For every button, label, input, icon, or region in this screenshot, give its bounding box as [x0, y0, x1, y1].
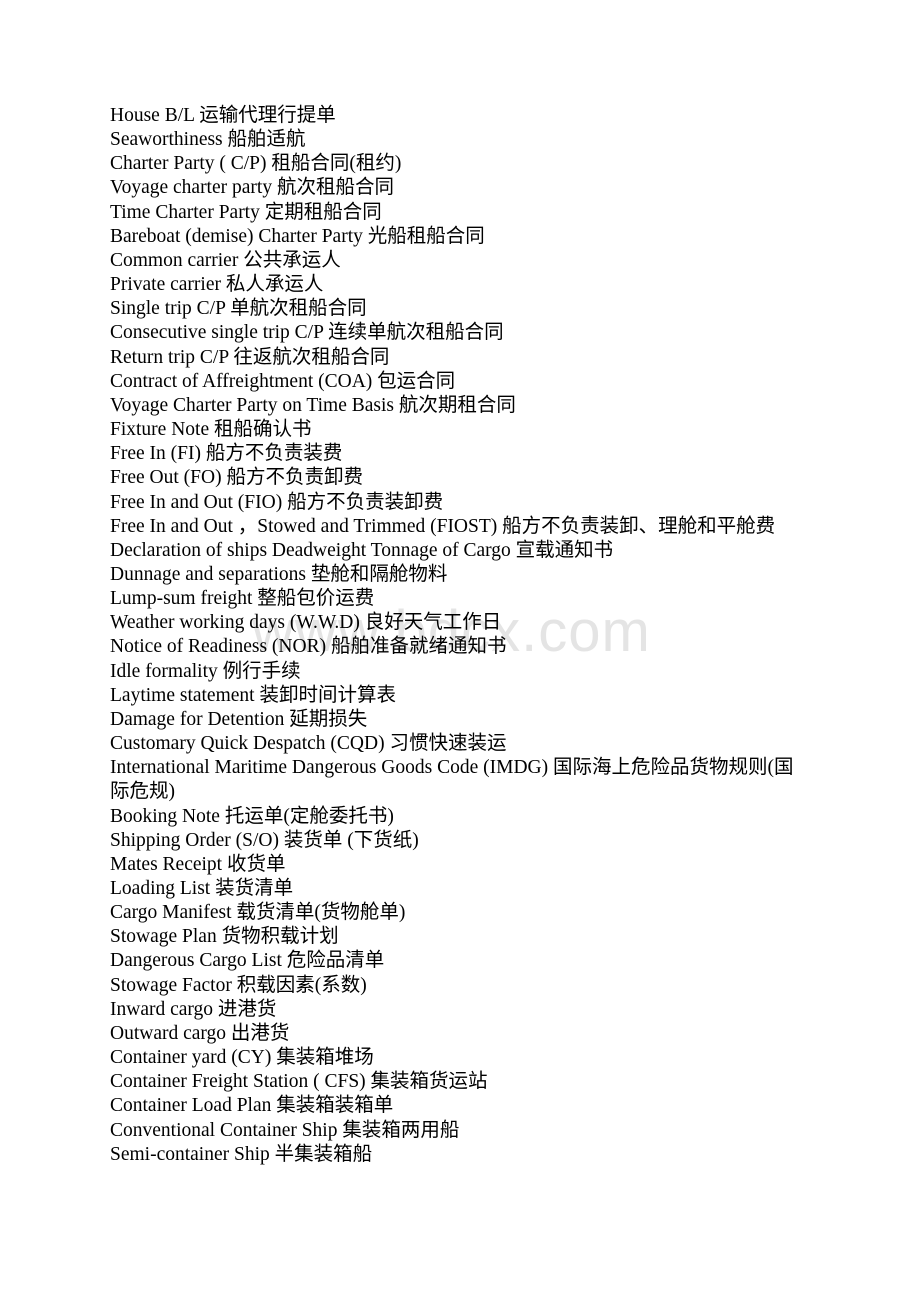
- glossary-line: International Maritime Dangerous Goods C…: [110, 757, 794, 803]
- glossary-line: Free In (FI) 船方不负责装费: [110, 443, 343, 465]
- glossary-line: Free In and Out ，Stowed and Trimmed (FIO…: [110, 515, 776, 537]
- glossary-line: Consecutive single trip C/P 连续单航次租船合同: [110, 322, 504, 344]
- glossary-line: Stowage Factor 积载因素(系数): [110, 974, 367, 996]
- glossary-line: Inward cargo 进港货: [110, 998, 277, 1020]
- glossary-line: Voyage Charter Party on Time Basis 航次期租合…: [110, 394, 516, 416]
- glossary-line: Conventional Container Ship 集装箱两用船: [110, 1119, 460, 1141]
- glossary-line: Lump-sum freight 整船包价运费: [110, 588, 375, 610]
- glossary-line: Laytime statement 装卸时间计算表: [110, 684, 396, 706]
- glossary-line: Idle formality 例行手续: [110, 660, 301, 682]
- glossary-line: Time Charter Party 定期租船合同: [110, 201, 382, 223]
- glossary-line: Container Freight Station ( CFS) 集装箱货运站: [110, 1071, 488, 1093]
- glossary-line: House B/L 运输代理行提单: [110, 105, 336, 126]
- glossary-line: Free In and Out (FIO) 船方不负责装卸费: [110, 491, 444, 513]
- glossary-line: Seaworthiness 船舶适航: [110, 129, 306, 151]
- glossary-line: Booking Note 托运单(定舱委托书): [110, 805, 394, 827]
- glossary-line: Return trip C/P 往返航次租船合同: [110, 346, 390, 368]
- glossary-line: Stowage Plan 货物积载计划: [110, 926, 339, 948]
- glossary-line: Outward cargo 出港货: [110, 1022, 290, 1044]
- glossary-line: Semi-container Ship 半集装箱船: [110, 1143, 373, 1165]
- glossary-line: Cargo Manifest 载货清单(货物舱单): [110, 902, 406, 924]
- glossary-line: Declaration of ships Deadweight Tonnage …: [110, 539, 614, 561]
- glossary-line: Dunnage and separations 垫舱和隔舱物料: [110, 563, 448, 585]
- glossary-line: Voyage charter party 航次租船合同: [110, 177, 394, 199]
- glossary-line: Private carrier 私人承运人: [110, 274, 324, 296]
- glossary-line: Dangerous Cargo List 危险品清单: [110, 950, 385, 972]
- glossary-line: Damage for Detention 延期损失: [110, 708, 368, 730]
- glossary-line: Common carrier 公共承运人: [110, 249, 341, 271]
- glossary-line: Shipping Order (S/O) 装货单 (下货纸): [110, 829, 419, 851]
- glossary-line: Free Out (FO) 船方不负责卸费: [110, 467, 363, 489]
- glossary-line: Fixture Note 租船确认书: [110, 419, 312, 441]
- glossary-line: Container yard (CY) 集装箱堆场: [110, 1047, 374, 1069]
- glossary-line: Single trip C/P 单航次租船合同: [110, 298, 367, 320]
- glossary-line: Contract of Affreightment (COA) 包运合同: [110, 370, 456, 392]
- glossary-line: Container Load Plan 集装箱装箱单: [110, 1095, 394, 1117]
- glossary-line: Charter Party ( C/P) 租船合同(租约): [110, 153, 402, 175]
- glossary-line: Weather working days (W.W.D) 良好天气工作日: [110, 612, 502, 634]
- glossary-list: House B/L 运输代理行提单 Seaworthiness 船舶适航 Chart…: [110, 104, 800, 1167]
- glossary-line: Customary Quick Despatch (CQD) 习惯快速装运: [110, 733, 507, 755]
- glossary-line: Loading List 装货清单: [110, 878, 294, 899]
- glossary-line: Mates Receipt 收货单: [110, 853, 286, 875]
- glossary-line: Bareboat (demise) Charter Party 光船租船合同: [110, 225, 485, 247]
- glossary-line: Notice of Readiness (NOR) 船舶准备就绪通知书: [110, 636, 507, 658]
